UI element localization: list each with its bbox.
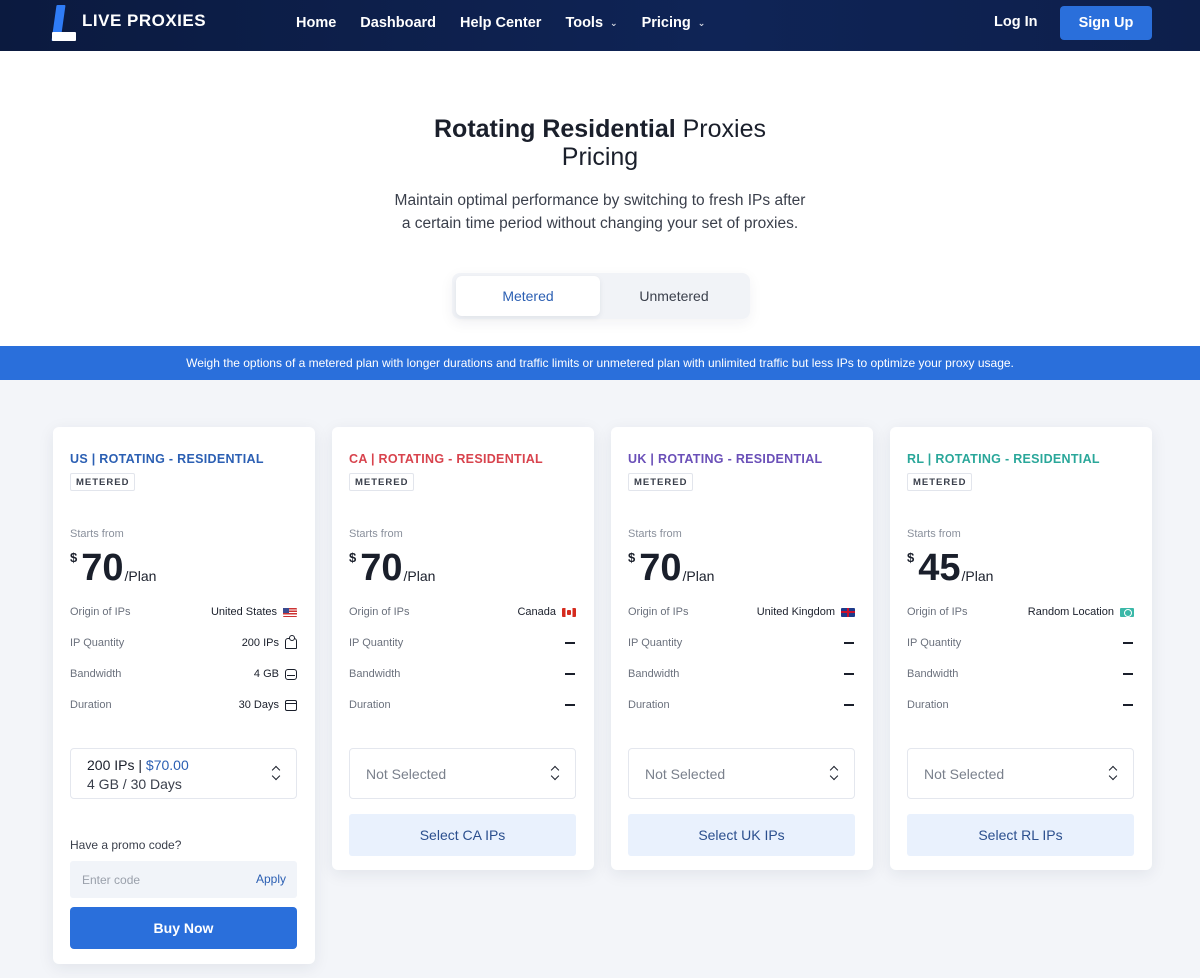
quantity-row: IP Quantity [907, 634, 1134, 652]
empty-dash [844, 673, 854, 675]
price-amount: 70 [639, 547, 682, 589]
duration-row: Duration [349, 696, 576, 714]
select-arrows-icon [830, 765, 839, 782]
users-icon [285, 634, 297, 649]
calendar-icon [285, 699, 297, 711]
plan-type-toggle: Metered Unmetered [452, 273, 750, 319]
pricing-card-us: US | ROTATING - RESIDENTIAL METERED Star… [53, 427, 315, 964]
empty-dash [1123, 704, 1133, 706]
duration-row: Duration 30 Days [70, 696, 297, 714]
select-rl-ips-button[interactable]: Select RL IPs [907, 814, 1134, 856]
origin-row: Origin of IPs United States [70, 603, 297, 621]
us-flag-icon [283, 607, 297, 617]
origin-row: Origin of IPs United Kingdom [628, 603, 855, 621]
select-arrows-icon [551, 765, 560, 782]
nav-links: Home Dashboard Help Center Tools ⌄ Pricin… [296, 0, 729, 46]
empty-dash [1123, 642, 1133, 644]
plan-select[interactable]: Not Selected [907, 748, 1134, 799]
globe-flag-icon [1120, 607, 1134, 617]
signup-button[interactable]: Sign Up [1060, 6, 1152, 40]
pricing-card-uk: UK | ROTATING - RESIDENTIAL METERED Star… [611, 427, 873, 870]
select-ca-ips-button[interactable]: Select CA IPs [349, 814, 576, 856]
empty-dash [1123, 673, 1133, 675]
metered-badge: METERED [907, 473, 973, 491]
quantity-row: IP Quantity 200 IPs [70, 634, 297, 652]
promo-code-input[interactable] [70, 861, 240, 898]
metered-badge: METERED [349, 473, 415, 491]
card-title: US | ROTATING - RESIDENTIAL [70, 452, 264, 466]
hard-drive-icon [285, 668, 297, 680]
nav-link-tools[interactable]: Tools ⌄ [565, 15, 617, 31]
toggle-metered[interactable]: Metered [456, 276, 600, 316]
price-amount: 45 [918, 547, 961, 589]
pricing-card-rl: RL | ROTATING - RESIDENTIAL METERED Star… [890, 427, 1152, 870]
price: $ 45 /Plan [907, 547, 994, 589]
logo-text: LIVE PROXIES [82, 11, 207, 30]
info-banner: Weigh the options of a metered plan with… [0, 346, 1200, 380]
card-title: RL | ROTATING - RESIDENTIAL [907, 452, 1100, 466]
canada-flag-icon [562, 607, 576, 617]
origin-row: Origin of IPs Random Location [907, 603, 1134, 621]
buy-now-button[interactable]: Buy Now [70, 907, 297, 949]
empty-dash [844, 704, 854, 706]
bandwidth-row: Bandwidth 4 GB [70, 665, 297, 683]
logo-mark-icon [50, 5, 78, 41]
empty-dash [844, 642, 854, 644]
quantity-row: IP Quantity [349, 634, 576, 652]
card-title: CA | ROTATING - RESIDENTIAL [349, 452, 543, 466]
select-arrows-icon [1109, 765, 1118, 782]
price-amount: 70 [360, 547, 403, 589]
price-amount: 70 [81, 547, 124, 589]
price: $ 70 /Plan [349, 547, 436, 589]
bandwidth-row: Bandwidth [907, 665, 1134, 683]
metered-badge: METERED [70, 473, 136, 491]
plan-select[interactable]: 200 IPs | $70.00 4 GB / 30 Days [70, 748, 297, 799]
promo-code-box: Apply [70, 861, 297, 898]
quantity-row: IP Quantity [628, 634, 855, 652]
uk-flag-icon [841, 607, 855, 617]
nav-link-pricing[interactable]: Pricing ⌄ [642, 15, 706, 31]
select-uk-ips-button[interactable]: Select UK IPs [628, 814, 855, 856]
price: $ 70 /Plan [70, 547, 157, 589]
chevron-down-icon: ⌄ [610, 17, 618, 28]
metered-badge: METERED [628, 473, 694, 491]
card-title: UK | ROTATING - RESIDENTIAL [628, 452, 823, 466]
nav-link-help-center[interactable]: Help Center [460, 15, 541, 31]
duration-row: Duration [628, 696, 855, 714]
page-subtitle: Maintain optimal performance by switchin… [394, 192, 806, 232]
logo[interactable]: LIVE PROXIES [50, 5, 206, 41]
price: $ 70 /Plan [628, 547, 715, 589]
starts-from-label: Starts from [70, 528, 124, 540]
chevron-down-icon: ⌄ [697, 17, 706, 28]
top-navigation: LIVE PROXIES Home Dashboard Help Center … [0, 0, 1200, 51]
starts-from-label: Starts from [628, 528, 682, 540]
nav-link-home[interactable]: Home [296, 15, 336, 31]
apply-promo-button[interactable]: Apply [256, 872, 286, 886]
select-arrows-icon [272, 765, 281, 782]
page-title: Rotating Residential Proxies Pricing [434, 115, 766, 171]
login-link[interactable]: Log In [994, 14, 1038, 30]
starts-from-label: Starts from [907, 528, 961, 540]
hero-section: Rotating Residential Proxies Pricing Mai… [0, 51, 1200, 346]
plan-select[interactable]: Not Selected [349, 748, 576, 799]
promo-question: Have a promo code? [70, 838, 182, 852]
duration-row: Duration [907, 696, 1134, 714]
empty-dash [565, 673, 575, 675]
bandwidth-row: Bandwidth [349, 665, 576, 683]
plan-select[interactable]: Not Selected [628, 748, 855, 799]
bandwidth-row: Bandwidth [628, 665, 855, 683]
empty-dash [565, 704, 575, 706]
nav-link-dashboard[interactable]: Dashboard [360, 15, 436, 31]
empty-dash [565, 642, 575, 644]
starts-from-label: Starts from [349, 528, 403, 540]
origin-row: Origin of IPs Canada [349, 603, 576, 621]
pricing-card-ca: CA | ROTATING - RESIDENTIAL METERED Star… [332, 427, 594, 870]
toggle-unmetered[interactable]: Unmetered [602, 276, 746, 316]
